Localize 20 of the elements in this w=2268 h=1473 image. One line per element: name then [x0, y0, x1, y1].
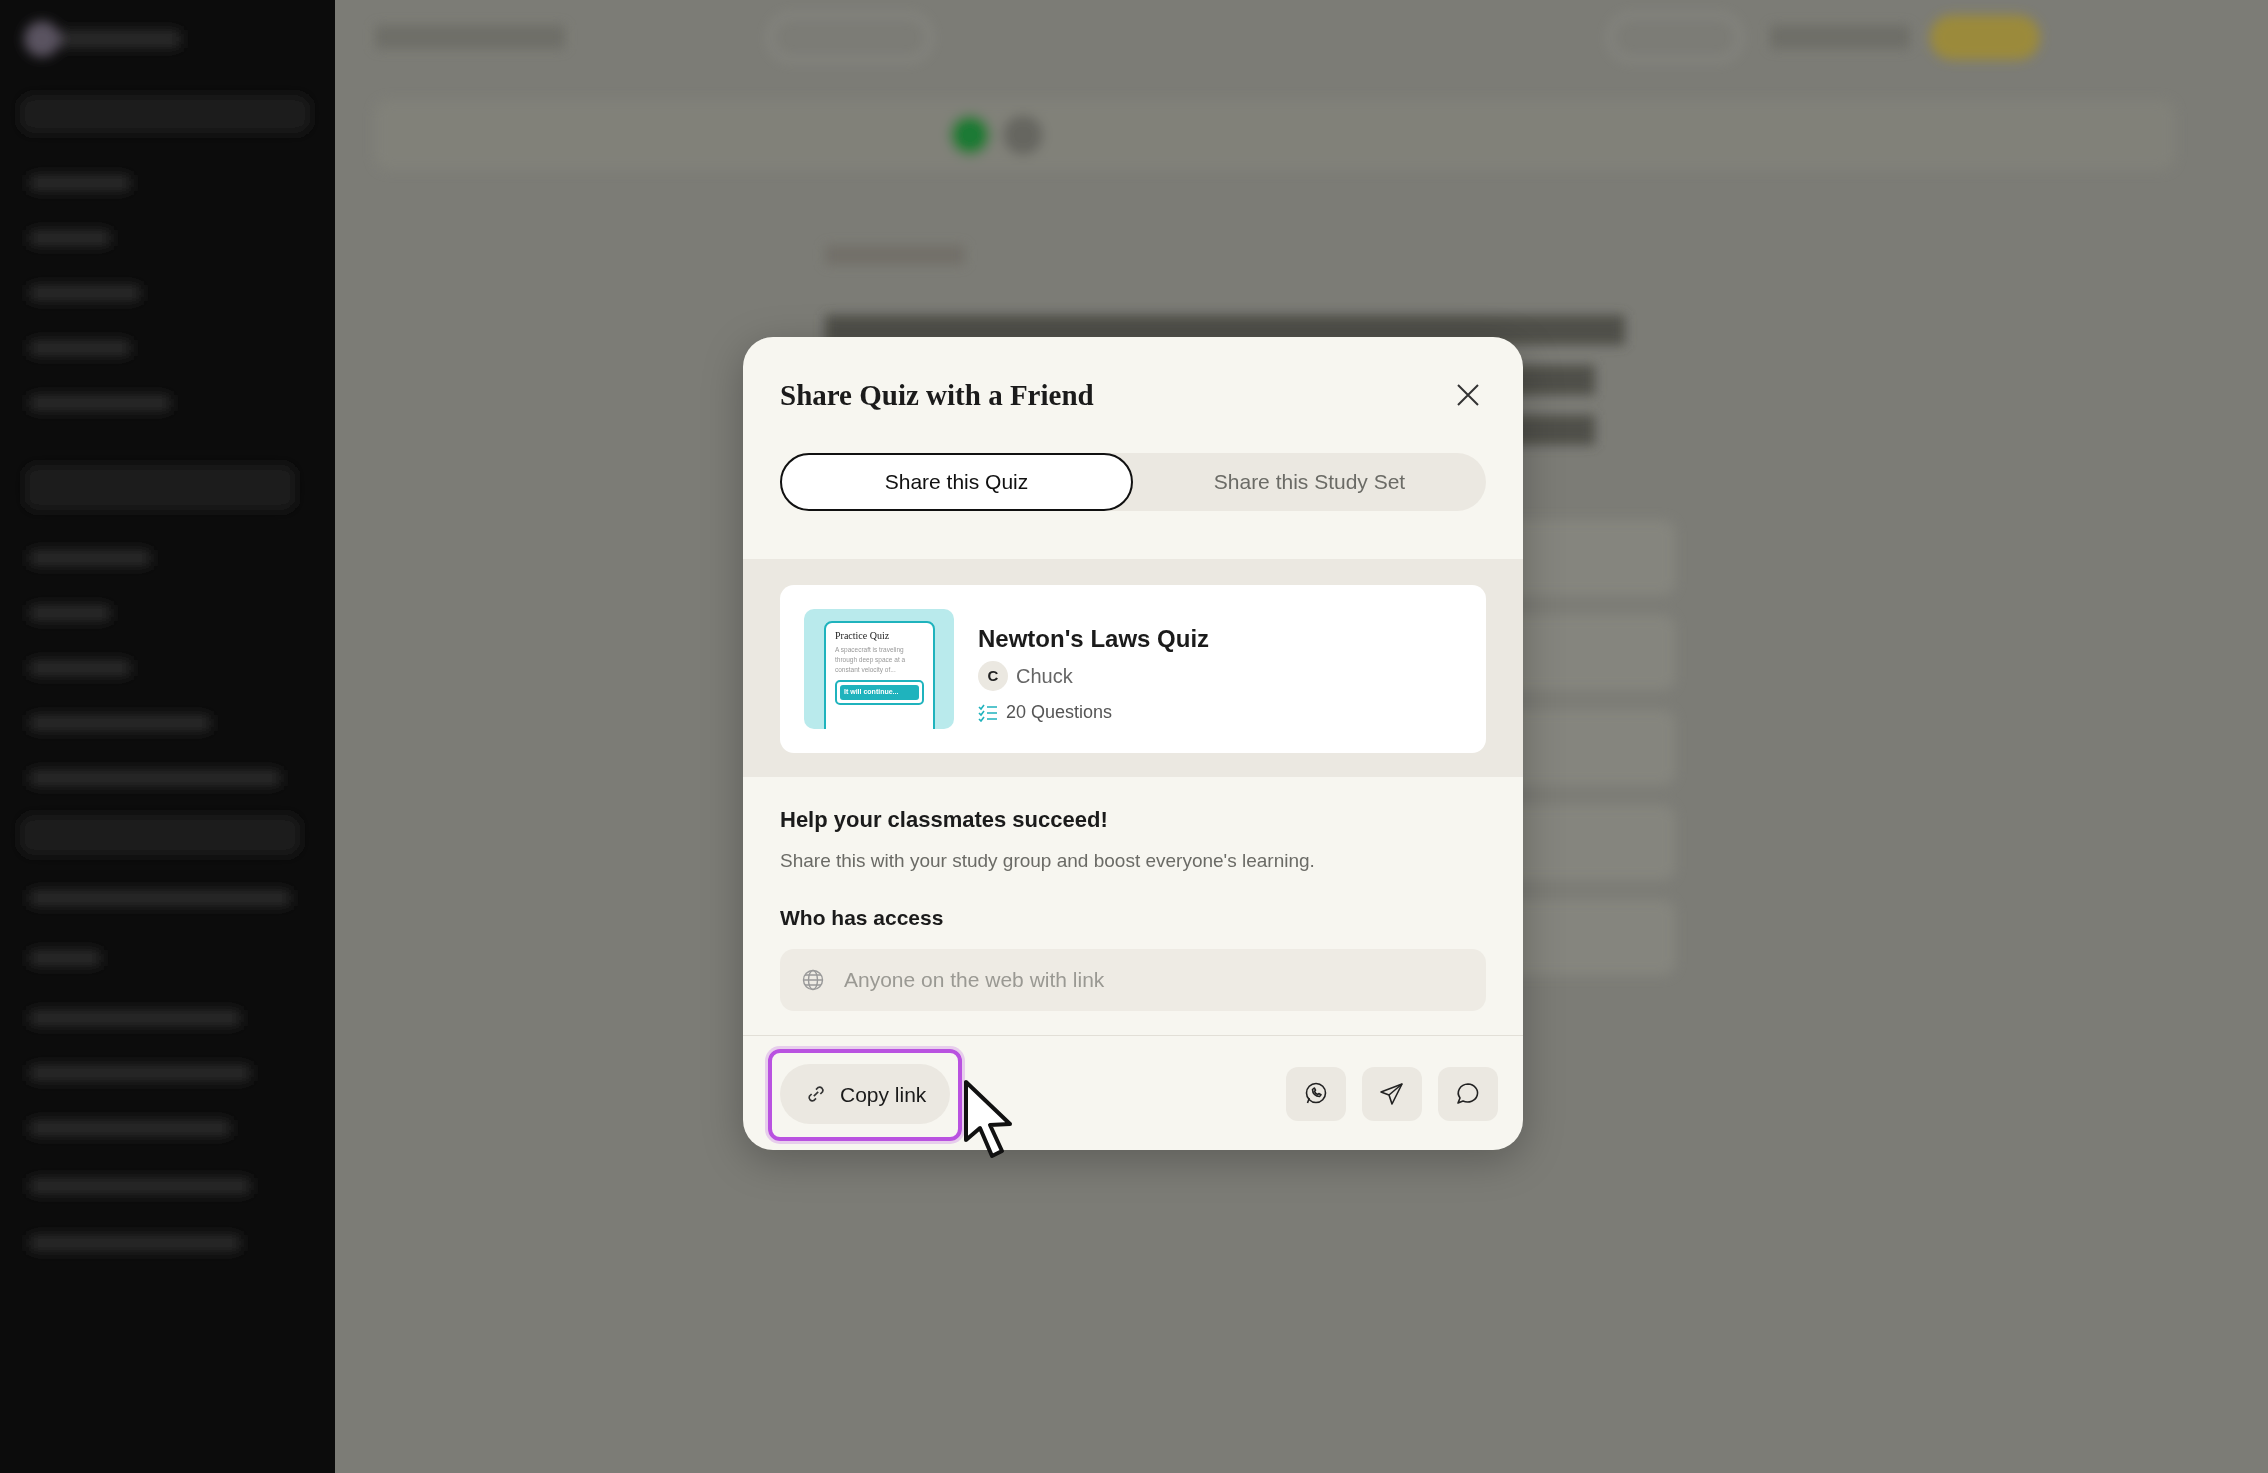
globe-icon: [802, 969, 824, 992]
description-text: Share this with your study group and boost everyone's learning.: [780, 849, 1316, 874]
paper-plane-icon: [1379, 1081, 1405, 1108]
close-icon: [1455, 382, 1481, 408]
tab[interactable]: Share this Quiz: [780, 453, 1133, 511]
tab[interactable]: Share this Study Set: [1133, 453, 1486, 511]
access-field[interactable]: Anyone on the web with link: [780, 949, 1486, 1012]
author-avatar: C: [978, 661, 1008, 691]
section-heading: Help your classmates succeed!: [780, 807, 1109, 834]
share-button[interactable]: [1286, 1067, 1346, 1122]
author-name: Chuck: [1016, 664, 1073, 689]
thumbnail-title: Practice Quiz: [835, 630, 891, 642]
access-label: Who has access: [780, 904, 945, 931]
checklist-icon: [978, 703, 998, 722]
share-button[interactable]: [1438, 1067, 1498, 1122]
quiz-title: Newton's Laws Quiz: [978, 624, 1210, 654]
question-count: 20 Questions: [1006, 701, 1113, 724]
dialog-title: Share Quiz with a Friend: [780, 377, 1094, 413]
copy-link-button[interactable]: Copy link: [780, 1064, 951, 1125]
share-button[interactable]: [1362, 1067, 1422, 1122]
